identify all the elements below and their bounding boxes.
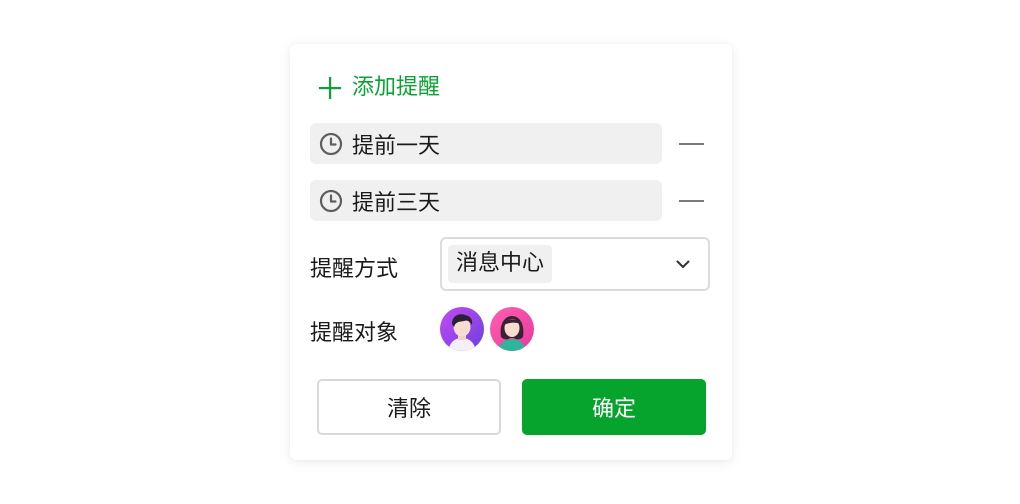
confirm-button[interactable]: 确定 (522, 379, 706, 435)
avatar[interactable] (440, 307, 484, 351)
method-selected-tag: 消息中心 (448, 245, 553, 283)
reminder-label: 提前一天 (352, 133, 441, 159)
user-avatar-male-icon (440, 307, 484, 351)
add-reminder-label: 添加提醒 (352, 75, 441, 100)
method-label: 提醒方式 (310, 257, 399, 282)
user-avatar-female-icon (490, 307, 534, 351)
remove-reminder-button[interactable] (678, 186, 704, 216)
remove-reminder-button[interactable] (678, 129, 704, 159)
plus-icon (319, 77, 341, 99)
chevron-down-icon (676, 260, 690, 268)
clock-icon (319, 189, 343, 212)
reminder-label: 提前三天 (352, 190, 441, 216)
clock-icon (319, 132, 343, 155)
method-select[interactable]: 消息中心 (440, 237, 710, 291)
target-avatars (440, 307, 540, 351)
avatar[interactable] (490, 307, 534, 351)
target-label: 提醒对象 (310, 321, 399, 346)
reminder-panel: 添加提醒 提前一天 提前三天 提醒方式 消息中心 提醒对象 清除 确定 (290, 44, 732, 460)
minus-icon (678, 200, 704, 202)
reminder-item-one-day[interactable]: 提前一天 (310, 123, 662, 164)
minus-icon (678, 143, 704, 145)
reminder-item-three-days[interactable]: 提前三天 (310, 180, 662, 221)
clear-button[interactable]: 清除 (317, 379, 501, 435)
add-reminder-button[interactable]: 添加提醒 (318, 72, 440, 104)
